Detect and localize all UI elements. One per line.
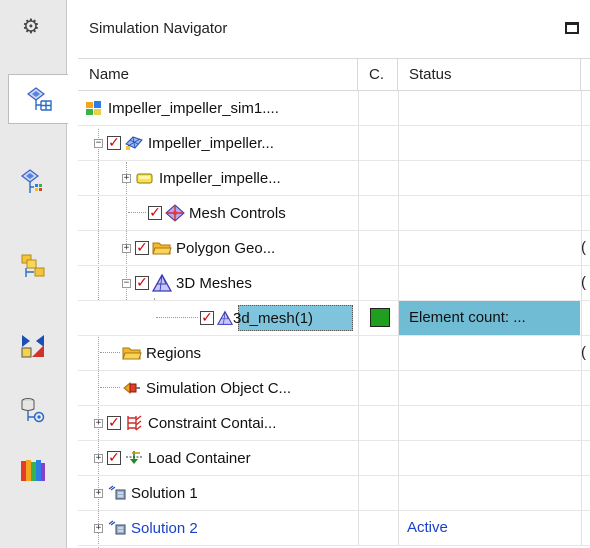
visibility-checkbox[interactable]: ✓ <box>107 451 121 465</box>
column-header-status[interactable]: Status <box>398 59 581 90</box>
collapse-toggle[interactable]: − <box>94 138 103 148</box>
expand-toggle[interactable]: + <box>122 243 131 253</box>
table-row[interactable]: + ✓ Load Container <box>78 441 590 476</box>
simulation-navigator-tab[interactable] <box>8 74 68 124</box>
tree-node-label: Impeller_impelle... <box>159 169 281 187</box>
visibility-checkbox[interactable]: ✓ <box>200 311 214 325</box>
folder-icon <box>122 344 142 362</box>
simulation-navigator-icon <box>26 87 52 111</box>
mesh-controls-icon <box>165 204 185 222</box>
expand-toggle[interactable]: + <box>122 173 131 183</box>
system-navigator-tab[interactable] <box>9 386 57 434</box>
extra-column-value: ( <box>581 239 586 256</box>
table-row[interactable]: Regions ( <box>78 336 590 371</box>
panel-title: Simulation Navigator <box>89 20 228 37</box>
extra-column-value: ( <box>581 344 586 361</box>
visibility-checkbox[interactable]: ✓ <box>148 206 162 220</box>
column-header-name[interactable]: Name <box>78 59 358 90</box>
library-tab[interactable] <box>9 446 57 494</box>
expand-toggle[interactable]: + <box>94 488 103 498</box>
maximize-icon[interactable] <box>565 22 579 34</box>
table-row[interactable]: Simulation Object C... <box>78 371 590 406</box>
tree-node-label: Load Container <box>148 449 251 467</box>
navigator-tree-table[interactable]: Name C. Status F Impeller_impeller_sim1.… <box>78 58 590 548</box>
visibility-checkbox[interactable]: ✓ <box>107 416 121 430</box>
table-row[interactable]: Impeller_impeller_sim1.... <box>78 91 590 126</box>
3d-mesh-icon <box>152 274 172 292</box>
visibility-checkbox[interactable]: ✓ <box>107 136 121 150</box>
panel-header: Simulation Navigator <box>67 0 590 44</box>
3d-mesh-icon <box>217 309 233 327</box>
visibility-checkbox[interactable]: ✓ <box>135 276 149 290</box>
fem-navigator-tab[interactable] <box>9 158 57 206</box>
column-header-c[interactable]: C. <box>358 59 398 90</box>
constraint-icon <box>124 414 144 432</box>
table-row[interactable]: ✓ Mesh Controls <box>78 196 590 231</box>
database-navigator-icon <box>21 398 45 423</box>
fem-file-icon <box>124 134 144 152</box>
constraint-navigator-tab[interactable] <box>9 322 57 370</box>
simulation-object-icon <box>122 379 142 397</box>
table-row[interactable]: + Impeller_impelle... <box>78 161 590 196</box>
load-icon <box>124 449 144 467</box>
assembly-navigator-icon <box>21 254 45 277</box>
table-header: Name C. Status F <box>78 59 590 91</box>
gear-icon[interactable]: ⚙ <box>22 14 40 39</box>
expand-toggle[interactable]: + <box>94 453 103 463</box>
tree-node-label: Solution 1 <box>131 484 198 502</box>
tree-node-label-active: Solution 2 <box>131 519 198 537</box>
tree-node-label: Impeller_impeller... <box>148 134 274 152</box>
tree-node-label: Constraint Contai... <box>148 414 277 432</box>
tree-node-label: Polygon Geo... <box>176 239 276 257</box>
tree-node-label: 3D Meshes <box>176 274 252 292</box>
fem-navigator-icon <box>21 169 42 193</box>
expand-toggle[interactable]: + <box>94 418 103 428</box>
table-row[interactable]: − ✓ 3D Meshes ( <box>78 266 590 301</box>
table-row[interactable]: + ✓ Polygon Geo... ( <box>78 231 590 266</box>
table-row[interactable]: − ✓ Impeller_impeller... <box>78 126 590 161</box>
collapse-toggle[interactable]: − <box>122 278 131 288</box>
simulation-file-icon <box>84 99 104 117</box>
table-row[interactable]: + ✓ Constraint Contai... <box>78 406 590 441</box>
tree-node-label: Impeller_impeller_sim1.... <box>108 99 279 117</box>
visibility-checkbox[interactable]: ✓ <box>135 241 149 255</box>
status-text-active: Active <box>407 519 448 536</box>
part-navigator-tab[interactable] <box>9 242 57 290</box>
constraint-navigator-icon <box>21 335 44 358</box>
library-books-icon <box>21 460 45 481</box>
expand-toggle[interactable]: + <box>94 523 103 533</box>
folder-icon <box>152 239 172 257</box>
tree-node-label: Regions <box>146 344 202 362</box>
solution-icon <box>107 519 127 537</box>
table-row[interactable]: + Solution 1 <box>78 476 590 511</box>
tree-node-label: Simulation Object C... <box>146 379 292 397</box>
column-header-extra[interactable]: F <box>581 59 590 90</box>
tree-node-label: 3d_mesh(1) <box>233 309 314 327</box>
resource-bar: ⚙ <box>0 0 68 548</box>
status-text: Element count: ... <box>409 309 526 326</box>
mesh-color-swatch[interactable] <box>370 308 390 327</box>
table-row[interactable]: + Solution 2 Active <box>78 511 590 546</box>
solution-icon <box>107 484 127 502</box>
extra-column-value: ( <box>581 274 586 291</box>
part-body-icon <box>135 169 155 187</box>
table-row-selected[interactable]: ✓ 3d_mesh(1) Element count: ... <box>78 301 590 336</box>
tree-node-label: Mesh Controls <box>189 204 286 222</box>
